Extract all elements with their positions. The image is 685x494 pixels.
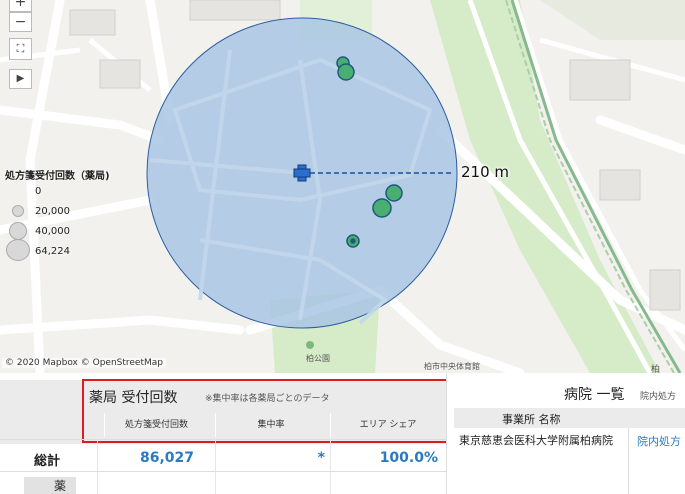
gym-label: 柏市中央体育館 (424, 362, 480, 371)
legend-circle (6, 239, 30, 261)
map-attribution[interactable]: © 2020 Mapbox © OpenStreetMap (2, 358, 166, 368)
hospital-title: 病院 一覧 (564, 387, 625, 403)
hospital-panel: 病院 一覧 院内処方 事業所 名称 東京慈恵会医科大学附属柏病院 院内処方 (446, 373, 685, 494)
legend-item: 0 (5, 182, 155, 202)
total-concentration: * (317, 450, 325, 466)
pharmacy-row-label[interactable]: 薬局 (24, 477, 76, 494)
park-label: 柏公園 (306, 354, 330, 363)
legend-item: 40,000 (5, 222, 155, 242)
legend-circle (9, 222, 27, 240)
legend-value: 0 (35, 186, 42, 197)
pharmacy-panel: 薬局 受付回数 ※集中率は各薬局ごとのデータ 処方箋受付回数 集中率 エリア シ… (0, 373, 448, 494)
column-divider (330, 439, 331, 494)
column-header-name[interactable]: 事業所 名称 (502, 411, 561, 427)
highlight-box (82, 379, 448, 443)
legend-item: 64,224 (5, 239, 155, 262)
zoom-out-button[interactable]: − (9, 12, 32, 32)
total-count: 86,027 (139, 450, 194, 466)
hospital-link[interactable]: 院内処方 (637, 433, 681, 449)
map-view[interactable]: + − ⛶ ▶ 処方箋受付回数（薬局) 0 20,000 40,000 64,2… (0, 0, 685, 373)
legend-title: 処方箋受付回数（薬局) (5, 171, 110, 182)
lasso-select-icon[interactable]: ⛶ (9, 38, 32, 60)
row-divider (0, 471, 446, 472)
hospital-table-header: 事業所 名称 (454, 408, 685, 428)
total-label: 総計 (34, 454, 61, 469)
hospital-subtitle: 院内処方 (640, 392, 677, 402)
legend-circle (12, 205, 24, 217)
hospital-name: 東京慈恵会医科大学附属柏病院 (459, 434, 613, 447)
size-legend: 処方箋受付回数（薬局) 0 20,000 40,000 64,224 (5, 167, 155, 262)
column-divider (97, 439, 98, 494)
legend-value: 40,000 (35, 226, 70, 237)
column-divider (215, 439, 216, 494)
legend-value: 64,224 (35, 246, 70, 257)
total-share: 100.0% (379, 450, 438, 466)
play-icon[interactable]: ▶ (9, 69, 32, 89)
legend-value: 20,000 (35, 206, 70, 217)
legend-item: 20,000 (5, 202, 155, 222)
radius-label: 210 m (461, 163, 510, 181)
zoom-in-button[interactable]: + (9, 0, 32, 12)
row-divider (0, 439, 446, 440)
place-label: 柏 (651, 365, 661, 373)
